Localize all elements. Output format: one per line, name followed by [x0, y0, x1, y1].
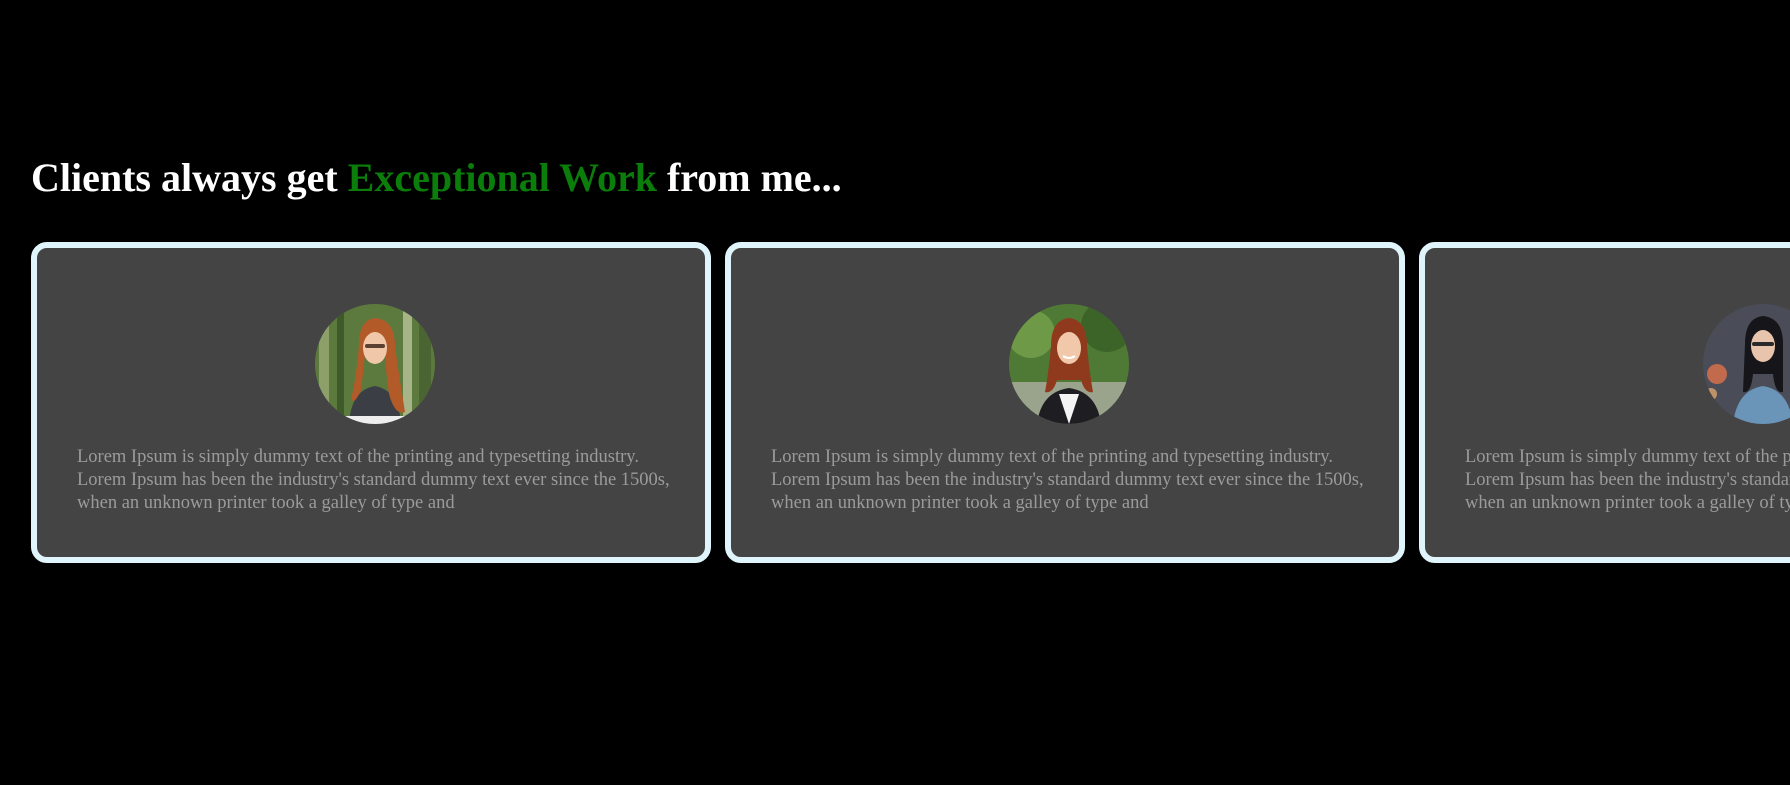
testimonial-text: Lorem Ipsum is simply dummy text of the … — [1465, 447, 1790, 513]
avatar-image — [1009, 304, 1129, 424]
testimonial-card: Lorem Ipsum is simply dummy text of the … — [31, 242, 711, 563]
section-heading: Clients always get Exceptional Work from… — [31, 154, 842, 202]
testimonial-card: Lorem Ipsum is simply dummy text of the … — [1419, 242, 1790, 563]
heading-highlight: Exceptional Work — [347, 155, 657, 200]
avatar-image — [315, 304, 435, 424]
client-avatar — [1009, 304, 1129, 424]
client-avatar — [315, 304, 435, 424]
heading-suffix: from me... — [666, 155, 842, 200]
client-avatar — [1703, 304, 1790, 424]
testimonial-carousel[interactable]: Lorem Ipsum is simply dummy text of the … — [31, 242, 1790, 575]
avatar-image — [1703, 304, 1790, 424]
testimonial-text: Lorem Ipsum is simply dummy text of the … — [77, 447, 670, 513]
heading-prefix: Clients always get — [31, 155, 338, 200]
testimonial-card: Lorem Ipsum is simply dummy text of the … — [725, 242, 1405, 563]
testimonial-text: Lorem Ipsum is simply dummy text of the … — [771, 447, 1364, 513]
